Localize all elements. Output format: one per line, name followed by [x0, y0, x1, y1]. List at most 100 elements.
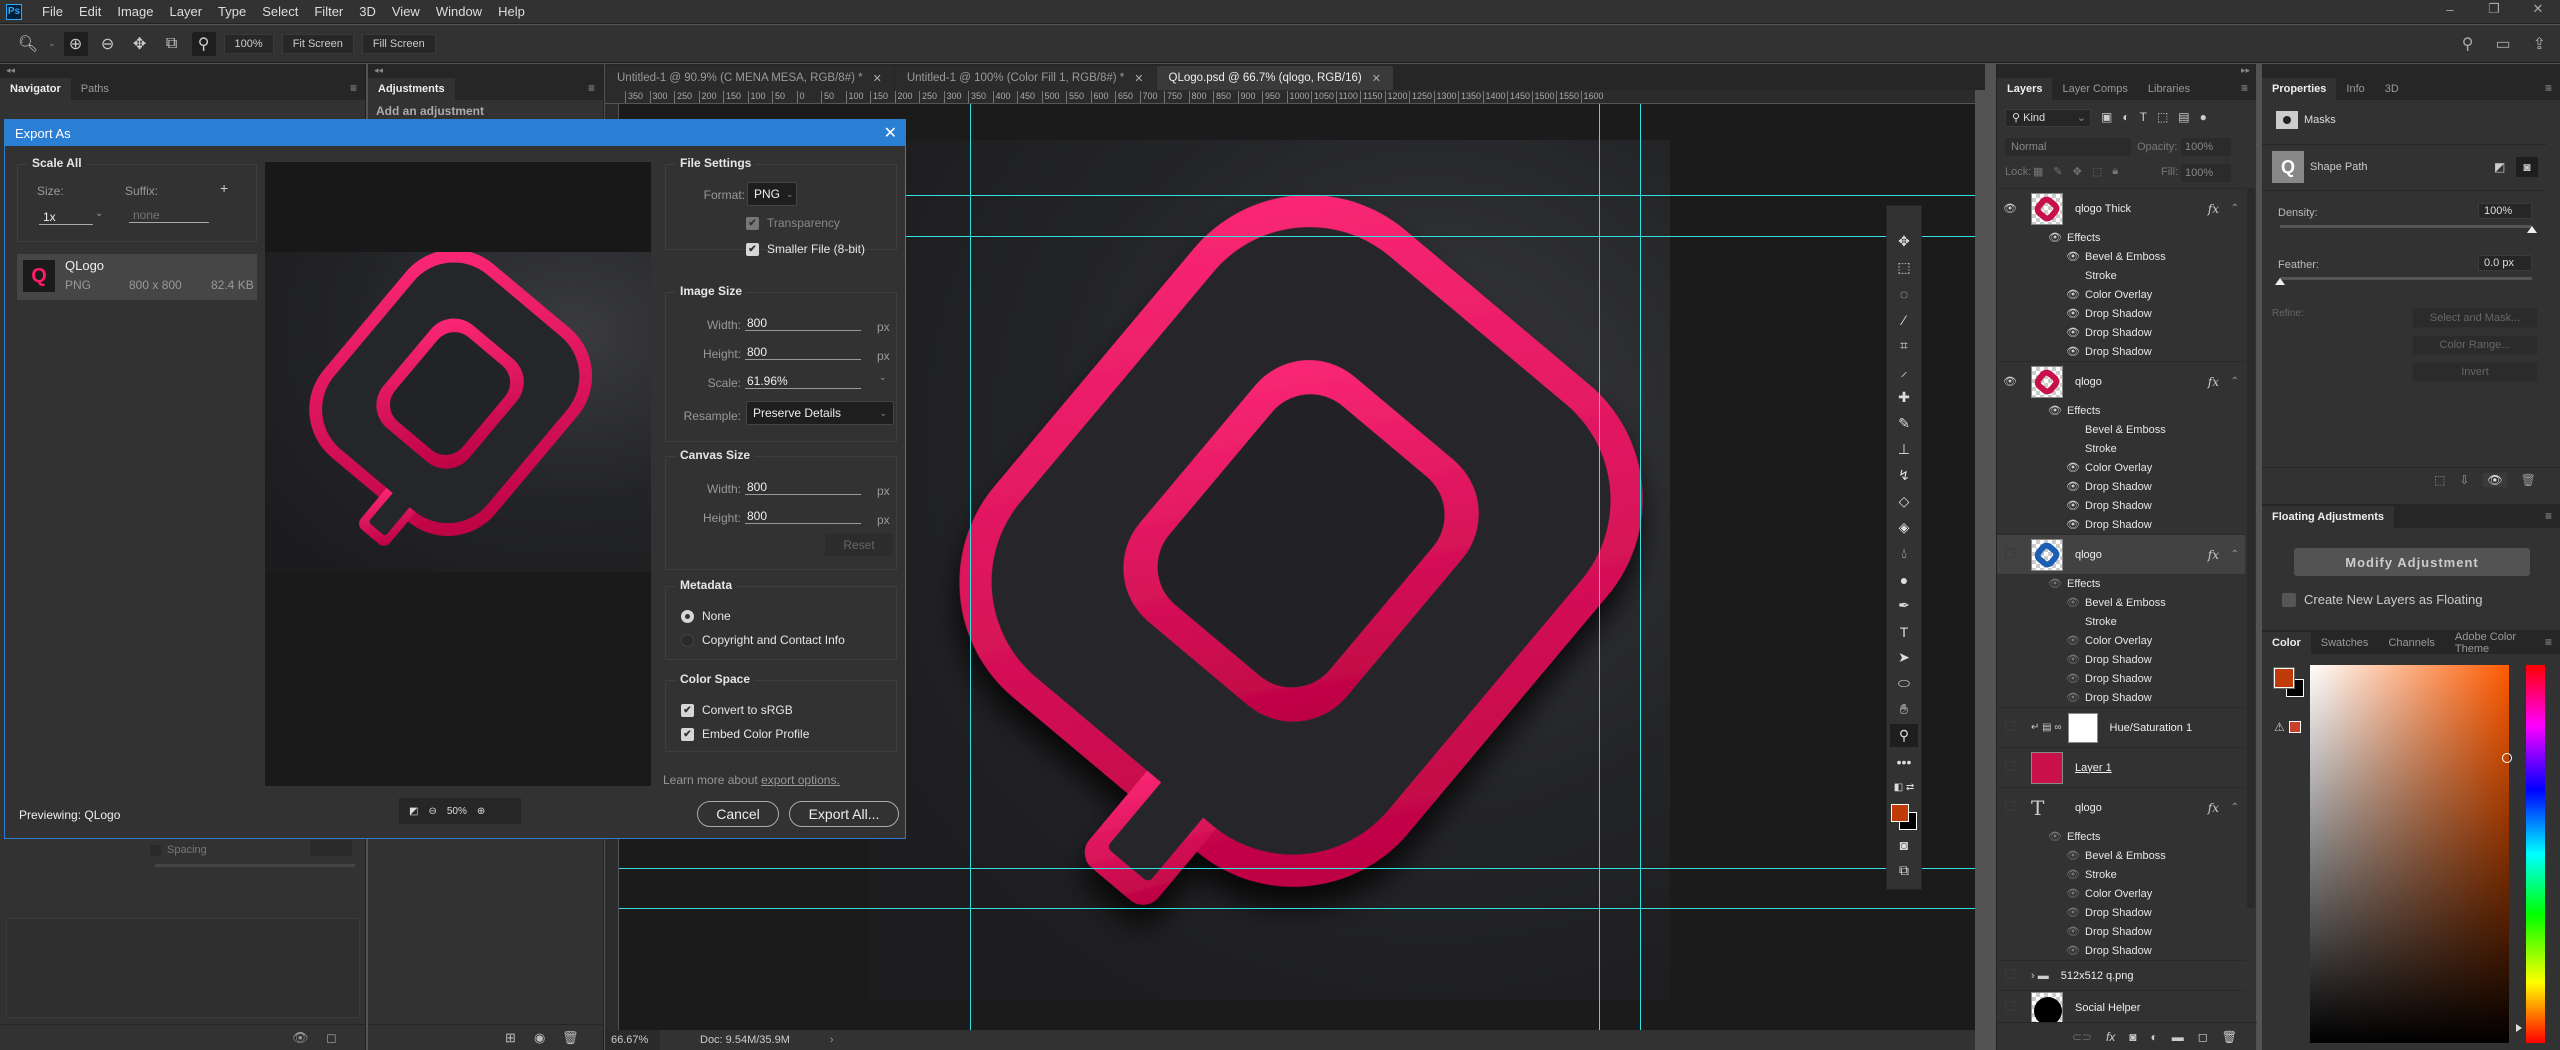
effect-item[interactable]: 👁︎ Drop Shadow: [1997, 477, 2245, 496]
guide-vertical[interactable]: [1640, 90, 1641, 1030]
hand-tool-icon[interactable]: ✋︎: [1890, 698, 1918, 721]
collapse-effects-icon[interactable]: ⌃: [2231, 802, 2239, 813]
effect-visibility-icon[interactable]: 👁︎: [2063, 925, 2083, 938]
disable-mask-eye-icon[interactable]: 👁︎: [2483, 473, 2507, 487]
feather-slider-thumb[interactable]: [2275, 278, 2285, 285]
history-brush-tool-icon[interactable]: ↯: [1890, 464, 1918, 487]
export-options-link[interactable]: export options.: [761, 773, 840, 787]
guide-horizontal[interactable]: [605, 868, 1975, 869]
paint-bucket-tool-icon[interactable]: ◈: [1890, 516, 1918, 539]
effect-item[interactable]: 👁︎ Drop Shadow: [1997, 342, 2245, 361]
zoom-out-icon[interactable]: ⊖: [96, 32, 120, 56]
tab-floating-adjustments[interactable]: Floating Adjustments: [2262, 506, 2395, 528]
fill-field[interactable]: 100%: [2181, 164, 2231, 182]
gamut-color-swatch[interactable]: [2289, 721, 2301, 733]
toggle-background-icon[interactable]: ◩: [409, 806, 418, 817]
path-selection-tool-icon[interactable]: ➤: [1890, 646, 1918, 669]
chevron-down-icon[interactable]: ⌄: [95, 208, 103, 219]
collapse-icon[interactable]: ▸▸: [1997, 64, 2256, 76]
visibility-toggle[interactable]: [1997, 969, 2023, 982]
eraser-tool-icon[interactable]: ◇: [1890, 490, 1918, 513]
effect-visibility-icon[interactable]: 👁︎: [2045, 404, 2065, 417]
out-of-gamut-warning-icon[interactable]: ⚠: [2274, 720, 2285, 734]
tab-swatches[interactable]: Swatches: [2311, 632, 2379, 654]
add-scale-icon[interactable]: +: [220, 180, 228, 196]
effect-item[interactable]: 👁︎ Color Overlay: [1997, 631, 2245, 650]
new-document-icon[interactable]: ⊞: [505, 1030, 516, 1046]
layer-row[interactable]: 👁︎ qlogo Thick fx ⌃: [1997, 188, 2245, 228]
effect-item[interactable]: 👁︎ Color Overlay: [1997, 285, 2245, 304]
effect-item[interactable]: 👁︎ Drop Shadow: [1997, 922, 2245, 941]
filter-smart-object-icon[interactable]: ▤: [2178, 110, 2189, 124]
tab-layer-comps[interactable]: Layer Comps: [2052, 78, 2137, 100]
tab-properties[interactable]: Properties: [2262, 78, 2337, 100]
lock-artboard-icon[interactable]: ⬚: [2092, 165, 2102, 178]
quick-selection-tool-icon[interactable]: ⁄: [1890, 308, 1918, 331]
lasso-tool-icon[interactable]: ◌: [1890, 282, 1918, 305]
reset-button[interactable]: Reset: [825, 534, 893, 556]
trash-icon[interactable]: 🗑︎: [562, 1030, 579, 1046]
effect-visibility-icon[interactable]: 👁︎: [2063, 288, 2083, 301]
load-selection-icon[interactable]: ⬚: [2434, 473, 2445, 487]
effects-header[interactable]: 👁︎ Effects: [1997, 574, 2245, 593]
type-tool-icon[interactable]: T: [1890, 620, 1918, 643]
size-select[interactable]: 1x: [39, 210, 93, 225]
filter-kind-select[interactable]: ⚲ Kind ⌄: [2005, 109, 2091, 127]
menu-edit[interactable]: Edit: [71, 4, 109, 19]
marquee-tool-icon[interactable]: ⬚: [1890, 256, 1918, 279]
embed-profile-checkbox[interactable]: ✔ Embed Color Profile: [681, 727, 809, 741]
link-layers-icon[interactable]: ⊂⊃: [2072, 1030, 2092, 1044]
invert-button[interactable]: Invert: [2412, 362, 2538, 382]
metadata-copyright-radio[interactable]: Copyright and Contact Info: [681, 633, 845, 647]
export-preview[interactable]: [265, 162, 651, 786]
apply-mask-icon[interactable]: ⇩: [2459, 473, 2469, 487]
visibility-toggle[interactable]: [1997, 761, 2023, 774]
visibility-toggle[interactable]: [1997, 801, 2023, 814]
modify-adjustment-button[interactable]: Modify Adjustment: [2294, 548, 2530, 576]
effect-item[interactable]: 👁︎ Color Overlay: [1997, 458, 2245, 477]
spacing-field[interactable]: [310, 840, 352, 856]
effect-item[interactable]: 👁︎ Drop Shadow: [1997, 903, 2245, 922]
layer-effects-icon[interactable]: fx: [2208, 202, 2219, 216]
tab-3d[interactable]: 3D: [2375, 78, 2409, 100]
menu-view[interactable]: View: [384, 4, 428, 19]
add-vector-mask-icon[interactable]: ◩: [2494, 160, 2505, 174]
effect-visibility-icon[interactable]: 👁︎: [2063, 906, 2083, 919]
effect-visibility-icon[interactable]: 👁︎: [2063, 307, 2083, 320]
transparency-checkbox[interactable]: ✔ Transparency: [746, 216, 840, 230]
menu-help[interactable]: Help: [490, 4, 533, 19]
effect-visibility-icon[interactable]: 👁︎: [2063, 944, 2083, 957]
effects-header[interactable]: 👁︎ Effects: [1997, 228, 2245, 247]
filter-toggle-icon[interactable]: ●: [2200, 110, 2207, 124]
guide-vertical[interactable]: [970, 90, 971, 1030]
ruler-horizontal[interactable]: 350 300 250 200 150 100 50 0 50 100 150 200 250 300 35…: [605, 90, 1975, 104]
delete-mask-icon[interactable]: 🗑︎: [2521, 473, 2536, 487]
toggle-visibility-icon[interactable]: 👁︎: [292, 1030, 309, 1046]
effect-item[interactable]: 👁︎Bevel & Emboss: [1997, 846, 2245, 865]
move-tool-icon[interactable]: ✥: [1890, 230, 1918, 253]
effect-item[interactable]: 👁︎Bevel & Emboss: [1997, 593, 2245, 612]
panel-menu-icon[interactable]: ≡: [2545, 635, 2552, 649]
close-tab-icon[interactable]: ✕: [1372, 72, 1381, 85]
more-tools-icon[interactable]: •••: [1890, 750, 1918, 773]
layer-row[interactable]: › ▬ 512x512 q.png: [1997, 960, 2245, 990]
effect-item[interactable]: 👁︎Stroke: [1997, 266, 2245, 285]
collapse-effects-icon[interactable]: ⌃: [2231, 376, 2239, 387]
menu-window[interactable]: Window: [428, 4, 490, 19]
smaller-file-checkbox[interactable]: ✔ Smaller File (8-bit): [746, 242, 865, 256]
menu-3d[interactable]: 3D: [351, 4, 384, 19]
layer-name[interactable]: Layer 1: [2075, 762, 2112, 774]
close-window-button[interactable]: ✕: [2516, 0, 2560, 18]
tab-navigator[interactable]: Navigator: [0, 78, 71, 100]
effect-visibility-icon[interactable]: 👁︎: [2063, 691, 2083, 704]
layer-name[interactable]: Hue/Saturation 1: [2110, 722, 2193, 734]
canvas-height-input[interactable]: 800: [745, 509, 861, 524]
filter-adjustment-icon[interactable]: ◐: [2122, 110, 2129, 124]
layer-effects-icon[interactable]: fx: [2208, 801, 2219, 815]
layers-scrollbar[interactable]: [2247, 188, 2255, 908]
new-layer-icon[interactable]: ◻: [2198, 1030, 2208, 1044]
visibility-toggle[interactable]: [1997, 1001, 2023, 1014]
feather-slider[interactable]: [2280, 277, 2532, 280]
effect-item[interactable]: 👁︎ Drop Shadow: [1997, 941, 2245, 960]
spacing-checkbox[interactable]: [150, 844, 161, 856]
